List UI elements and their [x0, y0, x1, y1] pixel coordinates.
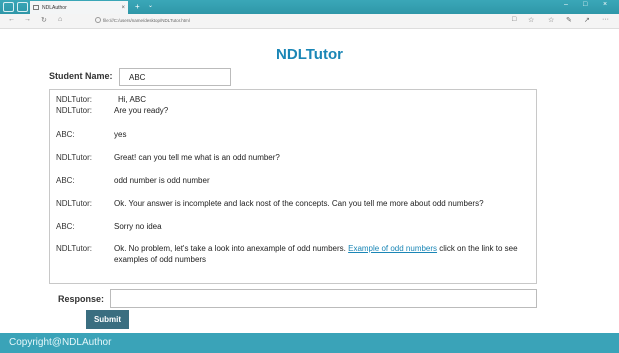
- chat-speaker: NDLTutor:: [56, 106, 93, 115]
- tab-dropdown-icon[interactable]: ⌄: [148, 2, 153, 9]
- maximize-icon[interactable]: □: [583, 1, 587, 8]
- chat-text: yes: [114, 130, 127, 139]
- chat-text: Hi, ABC: [118, 95, 147, 104]
- chat-text: odd number is odd number: [114, 176, 210, 185]
- home-icon[interactable]: ⌂: [58, 16, 62, 23]
- favorite-star-icon[interactable]: ☆: [528, 16, 534, 24]
- refresh-icon[interactable]: ↻: [41, 16, 47, 24]
- student-name-label: Student Name:: [49, 71, 113, 81]
- chat-message: ABC: odd number is odd number: [56, 175, 526, 186]
- chat-text: Ok. No problem, let's take a look into a…: [114, 243, 526, 265]
- footer: Copyright@NDLAuthor: [0, 333, 619, 353]
- more-icon[interactable]: ···: [602, 16, 609, 23]
- chat-text: Ok. Your answer is incomplete and lack n…: [114, 199, 484, 208]
- response-input[interactable]: [110, 289, 537, 308]
- address-bar: ← → ↻ ⌂ file:///C:/users/name/desktop/ND…: [0, 14, 619, 29]
- reading-view-icon[interactable]: □: [512, 16, 516, 23]
- tab-title: NDLAuthor: [42, 4, 67, 11]
- student-name-input[interactable]: [119, 68, 231, 86]
- chat-message: NDLTutor: Great! can you tell me what is…: [56, 152, 526, 163]
- chat-log[interactable]: NDLTutor: Hi, ABC NDLTutor: Are you read…: [49, 89, 537, 284]
- chat-message: NDLTutor: Ok. No problem, let's take a l…: [56, 243, 526, 265]
- chat-speaker: NDLTutor:: [56, 199, 93, 208]
- new-tab-icon[interactable]: +: [135, 2, 140, 11]
- tab-actions-icon[interactable]: [3, 2, 14, 12]
- tab-close-icon[interactable]: ×: [121, 5, 125, 11]
- favorites-hub-icon[interactable]: ☆: [548, 16, 554, 24]
- chat-speaker: ABC:: [56, 222, 75, 231]
- chat-message: NDLTutor: Are you ready?: [56, 105, 526, 116]
- chat-text: Are you ready?: [114, 106, 169, 115]
- chat-text-before-link: Ok. No problem, let's take a look into a…: [114, 244, 346, 253]
- chat-message: ABC: yes: [56, 129, 526, 140]
- url-field[interactable]: file:///C:/users/name/desktop/NDLTutor.h…: [103, 18, 190, 23]
- submit-button[interactable]: Submit: [86, 310, 129, 329]
- chat-speaker: ABC:: [56, 176, 75, 185]
- examples-link[interactable]: Example of odd numbers: [348, 244, 437, 253]
- page-icon: [33, 5, 39, 10]
- window-close-icon[interactable]: ×: [603, 1, 607, 8]
- tab-preview-icon[interactable]: [17, 2, 28, 12]
- chat-message: ABC: Sorry no idea: [56, 221, 526, 232]
- chat-text: Great! can you tell me what is an odd nu…: [114, 153, 280, 162]
- chat-speaker: ABC:: [56, 130, 75, 139]
- back-icon[interactable]: ←: [8, 16, 15, 23]
- chat-message: NDLTutor: Ok. Your answer is incomplete …: [56, 198, 526, 209]
- page-title: NDLTutor: [276, 46, 343, 63]
- share-icon[interactable]: ↗: [584, 16, 590, 24]
- pen-icon[interactable]: ✎: [566, 16, 572, 24]
- chat-speaker: NDLTutor:: [56, 95, 93, 104]
- chat-speaker: NDLTutor:: [56, 244, 93, 253]
- forward-icon[interactable]: →: [24, 16, 31, 23]
- chat-text: Sorry no idea: [114, 222, 162, 231]
- response-label: Response:: [58, 294, 105, 304]
- info-icon[interactable]: [95, 17, 101, 23]
- browser-tab[interactable]: NDLAuthor ×: [30, 1, 128, 14]
- chat-speaker: NDLTutor:: [56, 153, 93, 162]
- chat-message: NDLTutor: Hi, ABC: [56, 94, 526, 105]
- minimize-icon[interactable]: –: [564, 1, 568, 8]
